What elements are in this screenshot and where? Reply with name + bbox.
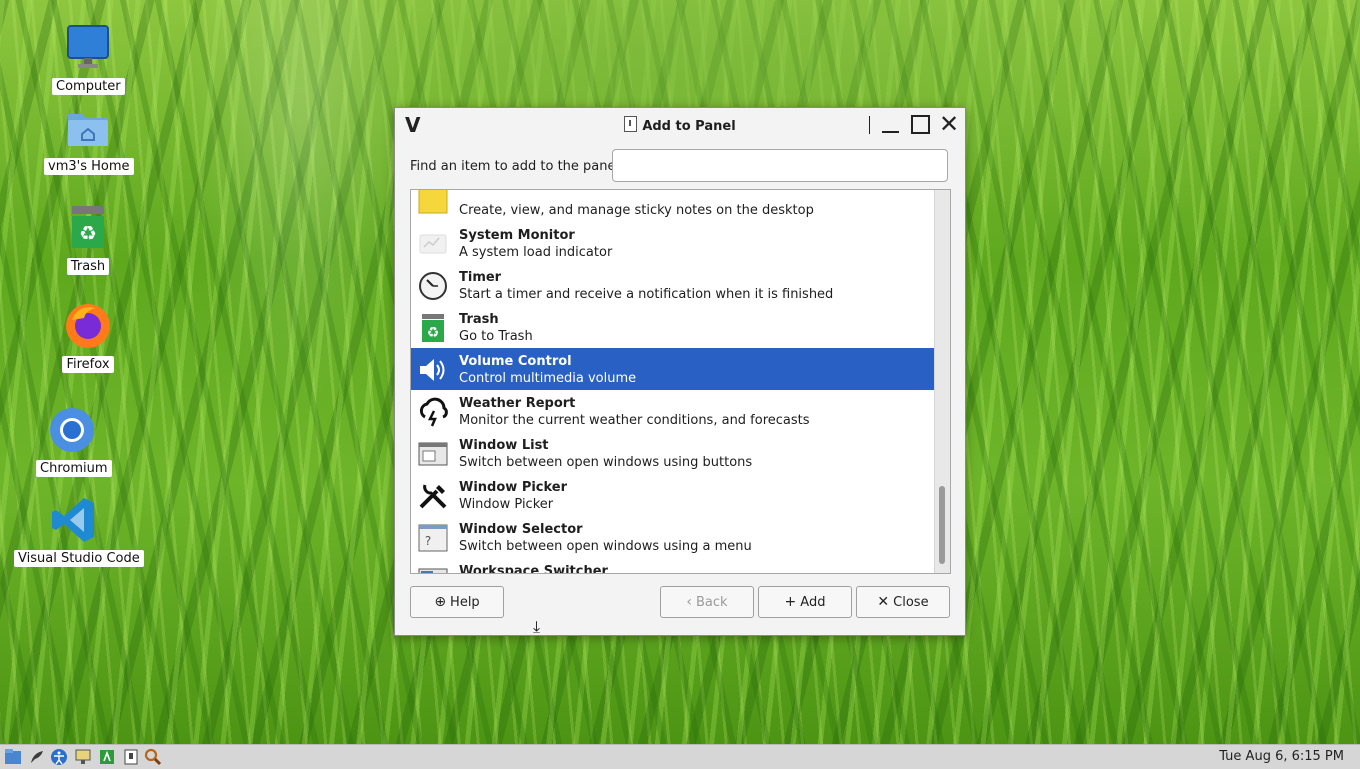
list-item[interactable]: Weather Report Monitor the current weath… xyxy=(411,390,935,432)
desktop-icon-label: Chromium xyxy=(36,460,112,477)
tools-icon xyxy=(417,481,449,511)
accessibility-icon[interactable] xyxy=(50,748,68,766)
monitor-icon xyxy=(64,24,112,72)
drag-cursor-icon: ⤓ xyxy=(533,617,541,636)
desktop-icon-firefox[interactable]: Firefox xyxy=(52,302,124,373)
desktop-icon-label: Visual Studio Code xyxy=(14,550,144,567)
add-button[interactable]: + Add xyxy=(758,586,852,618)
desktop-icon-label: Firefox xyxy=(62,356,114,373)
sticky-notes-icon xyxy=(417,190,449,217)
list-scrollbar[interactable] xyxy=(934,190,950,573)
minimize-button[interactable] xyxy=(879,113,903,135)
list-item[interactable]: Window Picker Window Picker xyxy=(411,474,935,516)
workspace-switcher-icon xyxy=(417,565,449,573)
close-button[interactable]: ✕ Close xyxy=(856,586,950,618)
trash-icon: ♻ xyxy=(417,313,449,343)
help-icon: ⊕ xyxy=(434,594,447,610)
list-item[interactable]: Timer Start a timer and receive a notifi… xyxy=(411,264,935,306)
timer-icon xyxy=(417,271,449,301)
desktop-icon-chromium[interactable]: Chromium xyxy=(36,406,112,477)
help-button[interactable]: ⊕ Help xyxy=(410,586,504,618)
list-item[interactable]: Create, view, and manage sticky notes on… xyxy=(411,190,935,222)
list-item[interactable]: ♻ Trash Go to Trash xyxy=(411,306,935,348)
system-monitor-icon xyxy=(417,229,449,259)
speaker-icon xyxy=(417,355,449,385)
add-to-panel-dialog: V Add to Panel ✕ Find an item to add to … xyxy=(394,107,966,636)
svg-text:♻: ♻ xyxy=(79,221,97,245)
find-label: Find an item to add to the panel: xyxy=(410,159,624,174)
desktop-icon-home[interactable]: vm3's Home xyxy=(44,104,134,175)
back-button[interactable]: ‹ Back xyxy=(660,586,754,618)
monitor-icon[interactable] xyxy=(74,748,92,766)
chevron-left-icon: ‹ xyxy=(686,594,693,610)
menu-icon[interactable] xyxy=(4,748,22,766)
window-list-icon xyxy=(417,439,449,469)
list-item[interactable]: Window List Switch between open windows … xyxy=(411,432,935,474)
chromium-icon xyxy=(48,406,96,454)
firefox-icon xyxy=(64,302,112,350)
run-icon[interactable] xyxy=(98,748,116,766)
list-item[interactable]: ? Window Selector Switch between open wi… xyxy=(411,516,935,558)
terminal-icon[interactable] xyxy=(28,748,46,766)
panel-item-list[interactable]: Create, view, and manage sticky notes on… xyxy=(410,189,951,574)
desktop-icon-label: vm3's Home xyxy=(44,158,134,175)
weather-icon xyxy=(417,397,449,427)
panel-icon xyxy=(624,116,638,132)
list-item-selected[interactable]: Volume Control Control multimedia volume xyxy=(411,348,935,390)
close-icon: ✕ xyxy=(877,594,890,610)
home-folder-icon xyxy=(64,104,112,152)
window-selector-icon: ? xyxy=(417,523,449,553)
svg-text:♻: ♻ xyxy=(427,325,440,341)
maximize-button[interactable] xyxy=(909,113,933,135)
vscode-icon xyxy=(50,496,98,544)
title-bar[interactable]: V Add to Panel ✕ xyxy=(395,108,965,140)
list-item[interactable]: System Monitor A system load indicator xyxy=(411,222,935,264)
desktop-icon-label: Computer xyxy=(52,78,125,95)
window-icon[interactable] xyxy=(122,748,140,766)
taskbar: Tue Aug 6, 6:15 PM xyxy=(0,744,1360,769)
search-input[interactable] xyxy=(612,149,948,182)
title-separator xyxy=(869,116,870,134)
search-icon[interactable] xyxy=(144,748,162,766)
plus-icon: + xyxy=(784,594,797,610)
trash-icon: ♻ xyxy=(64,204,112,252)
desktop-icon-trash[interactable]: ♻ Trash xyxy=(52,204,124,275)
desktop-icon-computer[interactable]: Computer xyxy=(52,24,125,95)
close-window-button[interactable]: ✕ xyxy=(937,112,961,136)
svg-text:?: ? xyxy=(425,534,431,548)
desktop-icon-label: Trash xyxy=(66,258,110,275)
list-item[interactable]: Workspace Switcher xyxy=(411,558,935,573)
desktop-icon-vscode[interactable]: Visual Studio Code xyxy=(14,496,144,567)
scrollbar-thumb[interactable] xyxy=(939,486,945,564)
clock[interactable]: Tue Aug 6, 6:15 PM xyxy=(1219,749,1344,764)
